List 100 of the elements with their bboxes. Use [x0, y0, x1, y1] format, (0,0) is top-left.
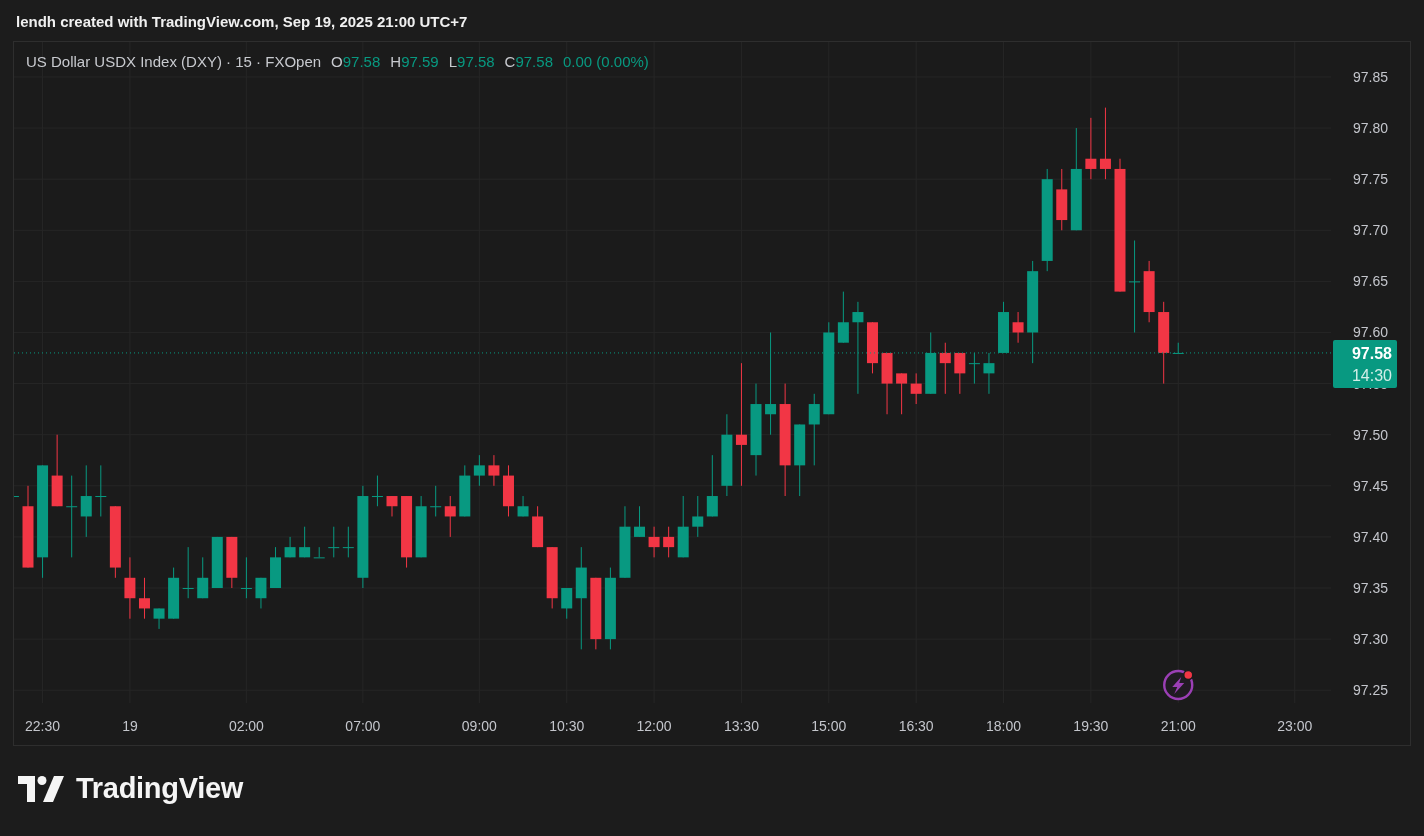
candle	[255, 577, 267, 609]
price-axis-label: 97.25	[1352, 682, 1388, 699]
candle	[270, 547, 281, 588]
candle	[619, 506, 631, 578]
candle	[313, 547, 325, 559]
candle	[197, 557, 209, 599]
time-axis-label: 15:00	[811, 718, 847, 734]
candle	[532, 506, 544, 548]
candle	[968, 352, 980, 384]
time-axis-label: 16:30	[898, 718, 934, 734]
candle	[444, 496, 456, 537]
candle	[1143, 260, 1155, 323]
candle	[954, 352, 966, 394]
candle	[517, 496, 529, 517]
price-axis-label: 97.70	[1352, 222, 1388, 239]
time-axis-label: 19	[122, 718, 138, 734]
candle	[328, 526, 340, 558]
candle	[794, 424, 806, 496]
candle	[371, 475, 383, 507]
candle	[124, 557, 136, 619]
candle	[998, 301, 1009, 353]
candle	[837, 291, 849, 343]
price-axis-label: 97.35	[1352, 580, 1388, 596]
candle	[1056, 168, 1068, 231]
price-axis-label: 97.40	[1352, 528, 1388, 545]
price-axis-label: 97.30	[1352, 631, 1388, 648]
lightning-icon[interactable]	[1163, 669, 1194, 701]
candle	[663, 526, 675, 558]
candle	[692, 496, 704, 537]
ohlc-label: L	[448, 53, 458, 70]
time-axis-label: 10:30	[549, 718, 585, 734]
price-axis-label: 97.65	[1352, 273, 1388, 290]
price-axis-label: 97.85	[1352, 68, 1388, 85]
time-axis-label: 19:30	[1073, 718, 1109, 734]
candle	[881, 352, 893, 415]
candle	[459, 465, 471, 517]
time-axis-label: 07:00	[345, 718, 381, 734]
time-axis-label: 23:00	[1277, 718, 1313, 734]
candle	[153, 608, 165, 629]
candle	[95, 465, 107, 517]
candle	[910, 373, 922, 405]
candle	[430, 485, 442, 517]
candle	[284, 536, 296, 558]
candle	[386, 496, 398, 517]
candle	[634, 506, 645, 537]
snapshot-caption: lendh created with TradingView.com, Sep 19, 2025 21:00 UTC+7	[16, 12, 468, 30]
price-axis-label: 97.50	[1352, 426, 1388, 443]
candle	[561, 588, 573, 619]
countdown-timer: 14:30	[1351, 366, 1392, 384]
time-axis-label: 02:00	[228, 718, 264, 734]
candle	[546, 547, 558, 609]
ohlc-value: 97.58	[515, 53, 553, 70]
candle	[896, 373, 908, 415]
price-axis-label: 97.60	[1352, 324, 1388, 341]
time-axis-label: 12:00	[636, 718, 672, 734]
candle	[1085, 117, 1097, 180]
candle	[342, 526, 354, 558]
candle	[182, 547, 194, 599]
time-axis-label: 13:30	[723, 718, 759, 734]
candle	[473, 455, 485, 486]
candle	[168, 567, 180, 619]
candle	[648, 526, 660, 558]
time-axis-label: 22:30	[25, 718, 61, 734]
candle	[867, 322, 878, 374]
price-axis-label: 97.75	[1352, 171, 1388, 188]
logo-icon	[18, 775, 64, 802]
candle	[80, 465, 92, 537]
ohlc-label: H	[390, 53, 402, 70]
price-axis-label: 97.80	[1352, 120, 1388, 137]
price-change: 0.00 (0.00%)	[563, 53, 649, 70]
candle	[401, 496, 413, 568]
last-price-badge	[1333, 339, 1397, 388]
candle	[415, 496, 427, 558]
time-axis-label: 18:00	[986, 718, 1022, 734]
candle	[299, 526, 311, 558]
candle	[211, 536, 223, 588]
candle	[1012, 312, 1024, 343]
candle	[503, 465, 514, 517]
candle	[677, 496, 689, 558]
candle	[488, 455, 500, 486]
candle	[1172, 342, 1184, 354]
price-axis-label: 97.45	[1352, 477, 1388, 494]
ohlc-value: 97.58	[457, 53, 495, 70]
candle	[139, 577, 150, 619]
candle	[109, 506, 121, 578]
symbol-title: US Dollar USDX Index (DXY) · 15 · FXOpen	[26, 53, 322, 70]
candle	[983, 352, 995, 394]
candle	[226, 536, 238, 588]
logo-text: TradingView	[76, 772, 243, 805]
last-price: 97.58	[1351, 344, 1392, 362]
ohlc-value: 97.58	[342, 53, 381, 70]
ohlc-label: C	[504, 53, 516, 70]
time-axis-label: 09:00	[461, 718, 497, 734]
ohlc-value: 97.59	[401, 53, 439, 70]
candle	[939, 342, 951, 394]
time-axis-label: 21:00	[1160, 718, 1196, 734]
candle	[706, 455, 718, 517]
ohlc-label: O	[331, 53, 343, 70]
candle	[925, 332, 937, 394]
candle	[240, 557, 252, 599]
